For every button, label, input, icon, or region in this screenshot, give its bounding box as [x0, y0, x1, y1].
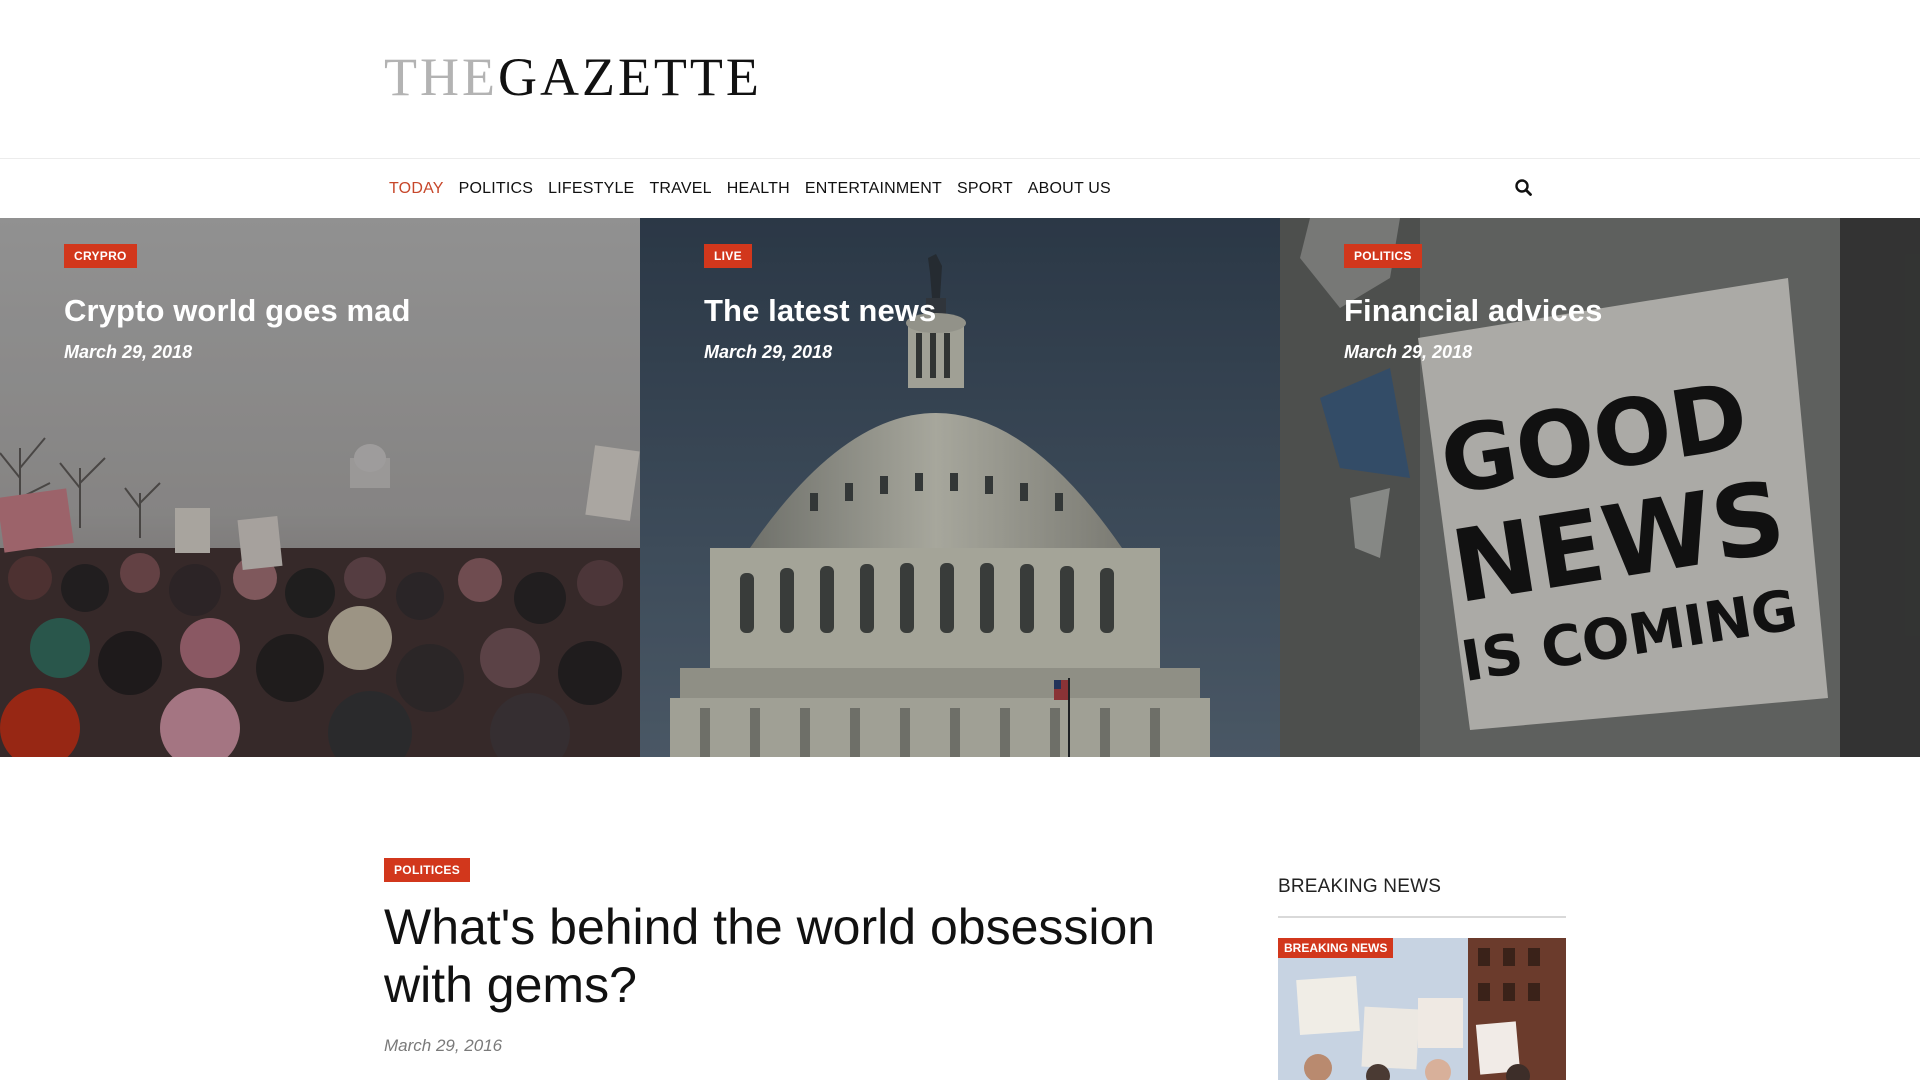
nav-item-politics[interactable]: POLITICS [459, 180, 534, 198]
nav-item-today[interactable]: TODAY [389, 180, 444, 198]
search-icon [1515, 179, 1532, 196]
article-title[interactable]: What's behind the world obsession with g… [384, 898, 1184, 1014]
hero-date: March 29, 2018 [1344, 342, 1473, 362]
nav-item-lifestyle[interactable]: LIFESTYLE [548, 180, 634, 198]
category-badge[interactable]: CRYPRO [64, 244, 137, 268]
hero-card-crypto[interactable]: CRYPRO Crypto world goes mad March 29, 2… [0, 218, 640, 757]
sidebar-divider [1278, 916, 1566, 918]
article-date: March 29, 2016 [384, 1036, 503, 1055]
nav-list: TODAY POLITICS LIFESTYLE TRAVEL HEALTH E… [389, 159, 1111, 219]
main-nav: TODAY POLITICS LIFESTYLE TRAVEL HEALTH E… [0, 158, 1920, 218]
hero-date: March 29, 2018 [64, 342, 193, 362]
nav-item-entertainment[interactable]: ENTERTAINMENT [805, 180, 942, 198]
nav-item-health[interactable]: HEALTH [727, 180, 790, 198]
search-button[interactable] [1512, 176, 1536, 200]
site-logo[interactable]: THEGAZETTE [384, 50, 762, 104]
hero-grid: CRYPRO Crypto world goes mad March 29, 2… [0, 218, 1920, 757]
article-category-badge[interactable]: POLITICES [384, 858, 471, 882]
hero-card-financial-advices[interactable]: GOOD NEWS IS COMING POLITICS Financial a… [1280, 218, 1920, 757]
nav-item-about-us[interactable]: ABOUT US [1028, 180, 1111, 198]
category-badge[interactable]: LIVE [704, 244, 752, 268]
protest-photo [1278, 938, 1566, 1080]
logo-name: GAZETTE [497, 47, 762, 107]
logo-prefix: THE [384, 47, 498, 107]
hero-title[interactable]: Financial advices [1344, 293, 1602, 329]
hero-title[interactable]: Crypto world goes mad [64, 293, 411, 329]
nav-item-travel[interactable]: TRAVEL [649, 180, 711, 198]
sidebar-heading: BREAKING NEWS [1278, 876, 1442, 897]
category-badge[interactable]: POLITICS [1344, 244, 1422, 268]
hero-card-latest-news[interactable]: LIVE The latest news March 29, 2018 [640, 218, 1280, 757]
hero-date: March 29, 2018 [704, 342, 833, 362]
nav-item-sport[interactable]: SPORT [957, 180, 1013, 198]
breaking-news-card[interactable]: BREAKING NEWS [1278, 938, 1566, 1080]
breaking-news-badge: BREAKING NEWS [1278, 938, 1394, 958]
hero-title[interactable]: The latest news [704, 293, 936, 329]
